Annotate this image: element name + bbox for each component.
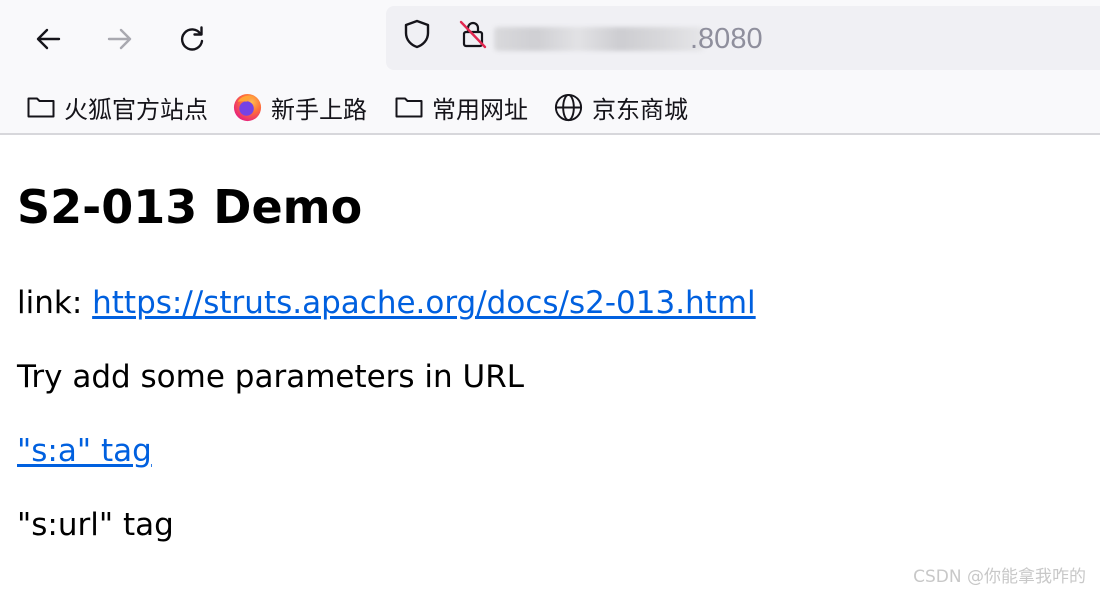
link-paragraph: link: https://struts.apache.org/docs/s2-… (17, 283, 756, 323)
url-host-redacted (494, 27, 704, 51)
bookmark-label: 京东商城 (592, 95, 688, 124)
struts-docs-link[interactable]: https://struts.apache.org/docs/s2-013.ht… (92, 285, 756, 321)
watermark: CSDN @你能拿我咋的 (913, 567, 1086, 587)
url-text[interactable]: .8080 (690, 20, 763, 58)
back-button[interactable] (25, 16, 71, 62)
forward-button[interactable] (97, 16, 143, 62)
connection-insecure-button[interactable] (457, 18, 489, 50)
link-prefix: link: (17, 285, 93, 321)
reload-icon (180, 26, 204, 51)
globe-icon (554, 93, 583, 121)
bookmark-label: 火狐官方站点 (64, 95, 208, 124)
arrow-left-icon (36, 28, 61, 50)
bookmark-item-jd-mall[interactable]: 京东商城 (553, 82, 688, 132)
instruction-text: Try add some parameters in URL (17, 359, 525, 395)
bookmark-label: 新手上路 (271, 95, 367, 124)
reload-button[interactable] (169, 16, 215, 62)
tracking-protection-button[interactable] (401, 18, 433, 50)
folder-icon (27, 97, 55, 118)
surl-tag-text: "s:url" tag (17, 507, 174, 543)
sa-tag-link[interactable]: "s:a" tag (17, 431, 152, 471)
bookmark-item-common-sites[interactable]: 常用网址 (394, 82, 528, 132)
bookmark-item-getting-started[interactable]: 新手上路 (232, 82, 367, 132)
crossed-lock-icon (459, 20, 487, 49)
page-title: S2-013 Demo (17, 180, 363, 234)
bookmark-label: 常用网址 (432, 95, 528, 124)
arrow-right-icon (107, 28, 132, 50)
bookmarks-toolbar: 火狐官方站点 新手上路 常用网址 京东商城 (0, 82, 1100, 132)
folder-icon (395, 97, 423, 118)
bookmark-item-firefox-official[interactable]: 火狐官方站点 (26, 82, 208, 132)
shield-icon (404, 19, 430, 49)
firefox-logo-icon (233, 93, 262, 121)
browser-chrome: .8080 火狐官方站点 新手上路 常用网址 京东商城 (0, 0, 1100, 135)
